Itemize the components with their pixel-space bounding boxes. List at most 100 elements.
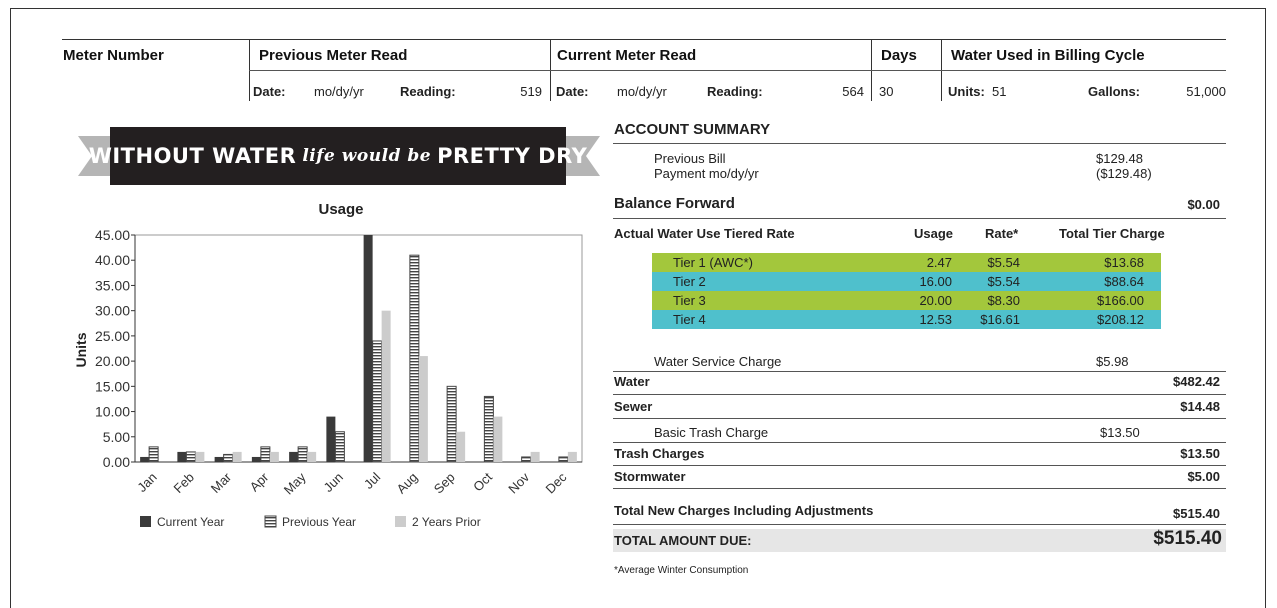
tier-total: $166.00 bbox=[1097, 293, 1144, 308]
total-new-charges-value: $515.40 bbox=[1173, 506, 1220, 521]
tier-rate: $5.54 bbox=[987, 255, 1020, 270]
tier-usage: 2.47 bbox=[926, 255, 952, 270]
banner-text-1: WITHOUT WATER bbox=[88, 144, 297, 168]
bar-2-years-prior bbox=[269, 451, 279, 462]
y-tick-label: 40.00 bbox=[95, 252, 130, 268]
tier-header-usage: Usage bbox=[914, 226, 954, 241]
stormwater-label: Stormwater bbox=[614, 469, 686, 484]
y-tick-label: 20.00 bbox=[95, 353, 130, 369]
previous-bill-value: $129.48 bbox=[1096, 151, 1143, 166]
bar-2-years-prior bbox=[307, 451, 317, 462]
rule bbox=[613, 465, 1226, 466]
basic-trash-value: $13.50 bbox=[1100, 425, 1140, 440]
water-service-value: $5.98 bbox=[1096, 354, 1129, 369]
bar-previous-year bbox=[148, 446, 159, 463]
cur-reading: 564 bbox=[842, 84, 864, 99]
tier-usage: 12.53 bbox=[919, 312, 952, 327]
tier-row: Tier 4 12.53 $16.61 $208.12 bbox=[652, 310, 1161, 329]
header-top-rule bbox=[62, 39, 1226, 40]
bar-previous-year bbox=[372, 340, 383, 463]
bar-previous-year bbox=[483, 395, 494, 463]
total-new-charges-label: Total New Charges Including Adjustments bbox=[614, 503, 874, 518]
cur-reading-label: Reading: bbox=[707, 84, 763, 99]
x-tick-label: Apr bbox=[247, 469, 272, 494]
tier-name: Tier 3 bbox=[673, 293, 706, 308]
prev-reading: 519 bbox=[520, 84, 542, 99]
bar-current-year bbox=[140, 456, 150, 462]
prev-reading-label: Reading: bbox=[400, 84, 456, 99]
total-amount-due-label: TOTAL AMOUNT DUE: bbox=[614, 533, 752, 548]
prev-date: mo/dy/yr bbox=[314, 84, 364, 99]
tier-row: Tier 3 20.00 $8.30 $166.00 bbox=[652, 291, 1161, 310]
trash-value: $13.50 bbox=[1180, 446, 1220, 461]
footnote: *Average Winter Consumption bbox=[614, 565, 749, 576]
bar-2-years-prior bbox=[530, 451, 540, 462]
sewer-value: $14.48 bbox=[1180, 399, 1220, 414]
legend-swatch bbox=[140, 516, 151, 527]
legend-swatch bbox=[264, 515, 277, 528]
bar-previous-year bbox=[223, 453, 234, 463]
tier-row: Tier 2 16.00 $5.54 $88.64 bbox=[652, 272, 1161, 291]
cur-date: mo/dy/yr bbox=[617, 84, 667, 99]
rule bbox=[613, 418, 1226, 419]
bar-2-years-prior bbox=[381, 310, 391, 462]
x-tick-label: Mar bbox=[208, 469, 235, 496]
bar-current-year bbox=[251, 456, 261, 462]
tier-name: Tier 4 bbox=[673, 312, 706, 327]
prev-date-label: Date: bbox=[253, 84, 286, 99]
rule bbox=[613, 371, 1226, 372]
tier-rate: $16.61 bbox=[980, 312, 1020, 327]
bar-2-years-prior bbox=[232, 451, 242, 462]
legend-label: 2 Years Prior bbox=[412, 515, 481, 529]
tier-total: $88.64 bbox=[1104, 274, 1144, 289]
water-service-label: Water Service Charge bbox=[654, 354, 782, 369]
tier-name: Tier 2 bbox=[673, 274, 706, 289]
cur-date-label: Date: bbox=[556, 84, 589, 99]
legend-label: Previous Year bbox=[282, 515, 356, 529]
y-tick-label: 25.00 bbox=[95, 328, 130, 344]
tier-usage: 16.00 bbox=[919, 274, 952, 289]
x-tick-label: Dec bbox=[543, 469, 570, 496]
bar-previous-year bbox=[297, 446, 308, 463]
stormwater-value: $5.00 bbox=[1187, 469, 1220, 484]
rule bbox=[613, 442, 1226, 443]
previous-bill-label: Previous Bill bbox=[654, 151, 726, 166]
water-value: $482.42 bbox=[1173, 374, 1220, 389]
current-meter-read-header: Current Meter Read bbox=[557, 47, 697, 64]
rule bbox=[613, 524, 1226, 525]
payment-label: Payment mo/dy/yr bbox=[654, 166, 759, 181]
bar-2-years-prior bbox=[195, 451, 205, 462]
bar-2-years-prior bbox=[567, 451, 577, 462]
x-tick-label: Jan bbox=[134, 470, 159, 495]
rule bbox=[613, 488, 1226, 489]
units-label: Units: bbox=[948, 84, 985, 99]
x-tick-label: Sep bbox=[431, 470, 458, 497]
y-tick-label: 15.00 bbox=[95, 378, 130, 394]
sewer-label: Sewer bbox=[614, 399, 653, 414]
y-tick-label: 30.00 bbox=[95, 303, 130, 319]
bar-current-year bbox=[177, 451, 187, 462]
bar-previous-year bbox=[334, 431, 345, 463]
x-tick-label: Oct bbox=[470, 469, 495, 494]
rule bbox=[613, 218, 1226, 219]
tier-row: Tier 1 (AWC*) 2.47 $5.54 $13.68 bbox=[652, 253, 1161, 272]
y-axis-label: Units bbox=[73, 332, 89, 367]
bar-previous-year bbox=[558, 456, 569, 463]
bar-current-year bbox=[289, 451, 299, 462]
gallons-value: 51,000 bbox=[1186, 84, 1226, 99]
water-used-header: Water Used in Billing Cycle bbox=[951, 47, 1145, 64]
bar-previous-year bbox=[409, 254, 420, 463]
tier-header-rate: Rate* bbox=[985, 226, 1019, 241]
bar-2-years-prior bbox=[456, 431, 466, 462]
x-tick-label: Jun bbox=[321, 470, 346, 495]
tier-total: $208.12 bbox=[1097, 312, 1144, 327]
y-tick-label: 10.00 bbox=[95, 404, 130, 420]
banner-text-2: life would be bbox=[302, 146, 432, 166]
bar-2-years-prior bbox=[418, 356, 428, 462]
tier-total: $13.68 bbox=[1104, 255, 1144, 270]
tier-rate: $8.30 bbox=[987, 293, 1020, 308]
bar-previous-year bbox=[446, 385, 457, 463]
bar-2-years-prior bbox=[493, 416, 503, 462]
banner-text-3: PRETTY DRY bbox=[437, 144, 588, 168]
days-value: 30 bbox=[879, 84, 894, 99]
